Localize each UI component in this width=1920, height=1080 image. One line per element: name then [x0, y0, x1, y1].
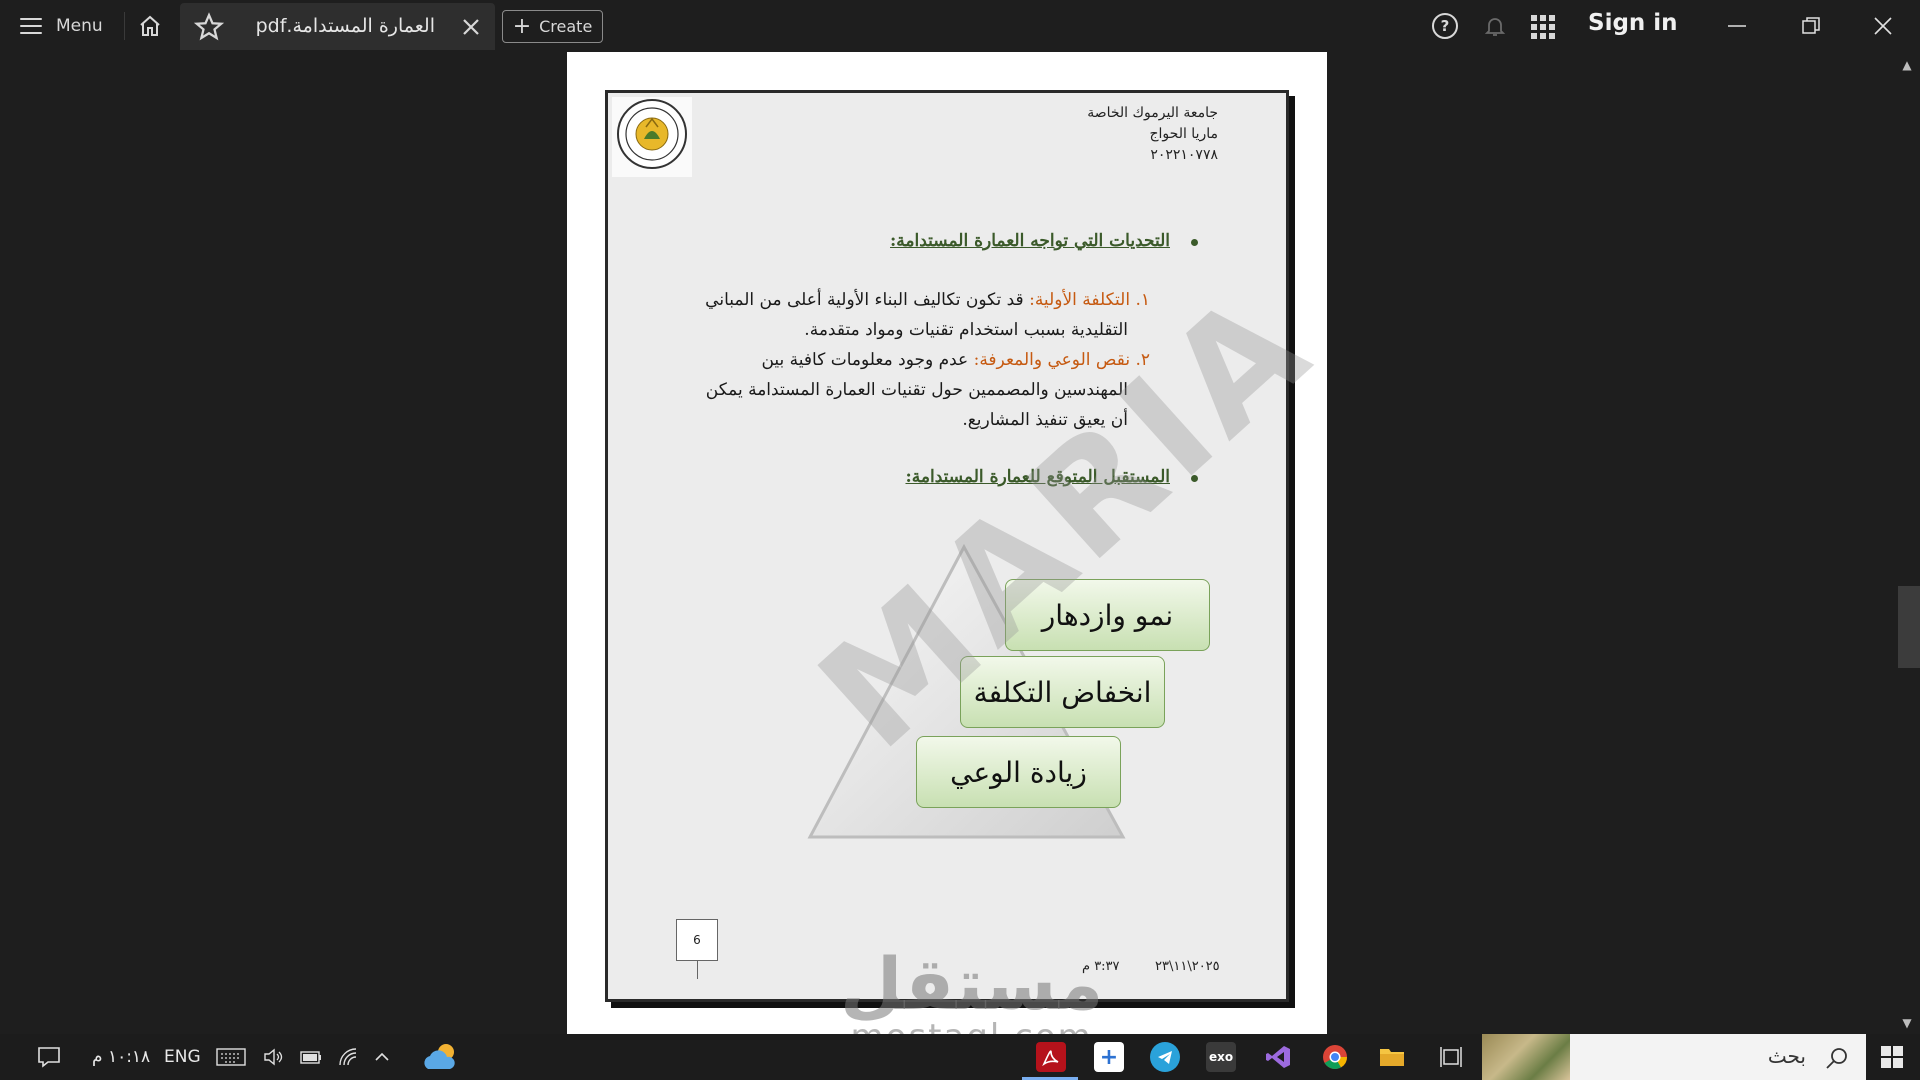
create-label: Create: [539, 17, 593, 36]
menu-label: Menu: [56, 16, 103, 36]
visual-studio-icon[interactable]: [1263, 1042, 1293, 1072]
sign-in-button[interactable]: Sign in: [1588, 10, 1678, 36]
show-hidden-icons-icon[interactable]: [372, 1034, 392, 1080]
sticky-notes-icon[interactable]: +: [1094, 1042, 1124, 1072]
vertical-scrollbar[interactable]: ▲ ▼: [1892, 52, 1920, 1034]
file-explorer-icon[interactable]: [1377, 1042, 1407, 1072]
wifi-icon[interactable]: [336, 1034, 360, 1080]
pdf-page: جامعة اليرموك الخاصة ماريا الحواج ٢٠٢٢١٠…: [567, 52, 1345, 1034]
acrobat-icon[interactable]: [1036, 1042, 1066, 1072]
star-icon[interactable]: [194, 12, 224, 42]
start-button[interactable]: [1880, 1034, 1904, 1080]
create-button[interactable]: + Create: [502, 10, 603, 43]
hamburger-icon: [20, 18, 42, 34]
restore-button[interactable]: [1796, 12, 1826, 40]
tab-title: العمارة المستدامة.pdf: [255, 15, 435, 37]
home-button[interactable]: [136, 12, 164, 40]
apps-grid-icon[interactable]: [1531, 15, 1555, 39]
page-number-box: 6: [676, 919, 718, 961]
volume-icon[interactable]: [262, 1034, 286, 1080]
minimize-icon: [1728, 25, 1746, 27]
telegram-icon[interactable]: [1150, 1042, 1180, 1072]
close-icon: [1874, 17, 1892, 35]
battery-icon[interactable]: [298, 1034, 324, 1080]
scroll-down-icon[interactable]: ▼: [1900, 1016, 1914, 1030]
pyramid-box-awareness: زيادة الوعي: [916, 736, 1121, 808]
search-highlight-image: [1482, 1034, 1570, 1080]
footer-date: ٢٠٢٥\١١\٢٣: [1155, 959, 1220, 974]
restore-icon: [1802, 17, 1820, 34]
task-view-icon: [1440, 1047, 1462, 1067]
weather-icon[interactable]: [420, 1034, 460, 1080]
page-border-frame: جامعة اليرموك الخاصة ماريا الحواج ٢٠٢٢١٠…: [605, 90, 1345, 1002]
toolbar-divider: [124, 12, 125, 40]
exo-app-icon[interactable]: exo: [1206, 1042, 1236, 1072]
close-tab-icon[interactable]: [459, 15, 483, 39]
document-tab[interactable]: العمارة المستدامة.pdf: [180, 3, 495, 50]
chat-bubble-icon: [38, 1047, 60, 1068]
windows-taskbar: ١٠:١٨ م ENG + exo بحث: [0, 1034, 1920, 1080]
menu-button[interactable]: Menu: [20, 12, 103, 40]
help-icon: ?: [1440, 17, 1450, 35]
app-toolbar: Menu العمارة المستدامة.pdf + Create ? Si…: [0, 0, 1920, 52]
language-indicator[interactable]: ENG: [164, 1034, 201, 1080]
chrome-icon[interactable]: [1320, 1042, 1350, 1072]
taskbar-search-box[interactable]: بحث: [1482, 1034, 1866, 1080]
page-number-line: [697, 961, 698, 979]
mostaql-watermark-arabic: مستقل: [840, 942, 1104, 1026]
search-placeholder: بحث: [1767, 1044, 1806, 1068]
help-button[interactable]: ?: [1432, 13, 1458, 39]
minimize-button[interactable]: [1722, 12, 1752, 40]
windows-logo-icon: [1881, 1046, 1903, 1068]
home-icon: [140, 15, 160, 36]
notification-center-button[interactable]: [36, 1034, 62, 1080]
close-window-button[interactable]: [1868, 12, 1898, 40]
notifications-button[interactable]: [1482, 13, 1508, 39]
plus-icon: +: [512, 13, 532, 39]
clock[interactable]: ١٠:١٨ م: [92, 1034, 150, 1080]
bell-icon: [1484, 18, 1506, 36]
scrollbar-thumb[interactable]: [1898, 586, 1920, 668]
keyboard-icon[interactable]: [216, 1034, 246, 1080]
search-icon: [1826, 1048, 1847, 1069]
scroll-up-icon[interactable]: ▲: [1900, 58, 1914, 72]
task-view-button[interactable]: [1438, 1034, 1464, 1080]
